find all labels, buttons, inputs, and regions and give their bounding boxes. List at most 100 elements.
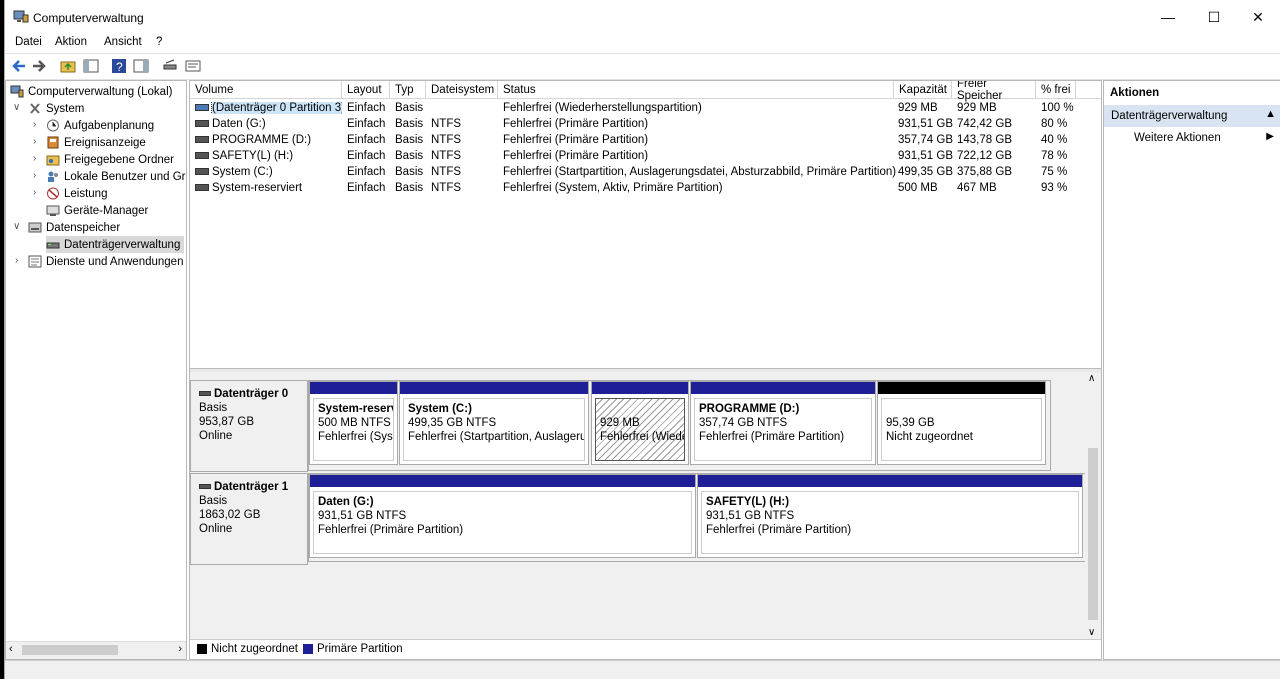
partition-body: PROGRAMME (D:) 357,74 GB NTFS Fehlerfrei…	[694, 398, 872, 461]
scrollbar-thumb[interactable]	[1088, 448, 1098, 620]
partition-status: Fehlerfrei (Wiede	[600, 431, 685, 443]
tree-item-leistung[interactable]: Leistung	[46, 185, 107, 202]
collapsed-arrow-icon[interactable]: ›	[33, 136, 36, 147]
freier-speicher-cell: 929 MB	[957, 102, 997, 114]
column-header-prozent-frei[interactable]: % frei	[1036, 81, 1076, 99]
typ-cell: Basis	[395, 166, 424, 178]
disk-1-info[interactable]: Datenträger 1 Basis 1863,02 GB Online	[190, 473, 308, 565]
collapse-triangle-icon[interactable]: ▲	[1265, 108, 1276, 120]
column-header-typ[interactable]: Typ	[390, 81, 426, 99]
tree-item-datenspeicher[interactable]: Datenspeicher	[28, 219, 120, 236]
partition-daten-g[interactable]: Daten (G:) 931,51 GB NTFS Fehlerfrei (Pr…	[309, 474, 696, 558]
connect-disk-icon[interactable]	[162, 58, 178, 74]
taskbar-edge	[0, 679, 1280, 687]
partition-unallocated[interactable]: 95,39 GB Nicht zugeordnet	[877, 381, 1046, 465]
show-hide-console-tree-icon[interactable]	[83, 58, 99, 74]
kapazitaet-cell: 500 MB	[898, 182, 938, 194]
disk-1-label: Datenträger 1	[214, 481, 289, 493]
tree-item-datentraegerverwaltung[interactable]: Datenträgerverwaltung	[46, 236, 185, 253]
menu-help[interactable]: ?	[156, 36, 162, 48]
action-weitere-aktionen[interactable]: Weitere Aktionen ▶	[1104, 130, 1280, 148]
tree-item-dienste[interactable]: Dienste und Anwendungen	[28, 253, 183, 270]
tree-item-system[interactable]: System	[28, 100, 84, 117]
scroll-up-icon[interactable]: ∧	[1088, 373, 1095, 384]
column-header-status[interactable]: Status	[498, 81, 894, 99]
freier-speicher-cell: 742,42 GB	[957, 118, 1012, 130]
partition-system-c[interactable]: System (C:) 499,35 GB NTFS Fehlerfrei (S…	[399, 381, 589, 465]
help-icon[interactable]: ?	[111, 58, 127, 74]
tree-horizontal-scrollbar[interactable]: ‹ ›	[6, 641, 186, 659]
disk-1-type: Basis	[199, 495, 228, 507]
freier-speicher-cell: 722,12 GB	[957, 150, 1012, 162]
menu-aktion[interactable]: Aktion	[55, 36, 87, 48]
column-header-volume[interactable]: Volume	[190, 81, 342, 99]
svg-text:?: ?	[116, 60, 123, 74]
collapsed-arrow-icon[interactable]: ›	[33, 119, 36, 130]
show-action-pane-icon[interactable]	[133, 58, 149, 74]
partition-safety-h[interactable]: SAFETY(L) (H:) 931,51 GB NTFS Fehlerfrei…	[697, 474, 1083, 558]
tree-item-freigegebene-ordner[interactable]: Freigegebene Ordner	[46, 151, 174, 168]
maximize-button[interactable]: ☐	[1191, 0, 1237, 34]
tree-root[interactable]: Computerverwaltung (Lokal)	[10, 83, 172, 100]
layout-cell: Einfach	[347, 134, 386, 146]
volume-row[interactable]: System-reserviert Einfach Basis NTFS Feh…	[190, 181, 1101, 197]
disk-management-panel: Volume Layout Typ Dateisystem Status Kap…	[189, 80, 1102, 660]
volume-icon	[195, 104, 209, 112]
actions-section-disk-management[interactable]: Datenträgerverwaltung ▲	[1104, 105, 1280, 127]
column-header-freier-speicher[interactable]: Freier Speicher	[952, 81, 1036, 102]
tree-item-aufgabenplanung[interactable]: Aufgabenplanung	[46, 117, 154, 134]
console-tree: Computerverwaltung (Lokal) ∨ System › Au…	[5, 80, 187, 660]
collapsed-arrow-icon[interactable]: ›	[33, 187, 36, 198]
close-button[interactable]: ✕	[1235, 0, 1280, 34]
minimize-button[interactable]: —	[1145, 0, 1191, 34]
column-header-kapazitaet[interactable]: Kapazität	[894, 81, 952, 99]
back-arrow-icon[interactable]	[11, 58, 27, 74]
column-header-layout[interactable]: Layout	[342, 81, 390, 99]
properties-icon[interactable]	[185, 58, 201, 74]
title-bar: Computerverwaltung — ☐ ✕	[5, 0, 1280, 34]
volume-row[interactable]: (Datenträger 0 Partition 3) Einfach Basi…	[190, 101, 1101, 117]
disk-0-info[interactable]: Datenträger 0 Basis 953,87 GB Online	[190, 380, 308, 472]
collapsed-arrow-icon[interactable]: ›	[15, 255, 18, 266]
tree-item-geraete-manager[interactable]: Geräte-Manager	[46, 202, 148, 219]
volume-row[interactable]: PROGRAMME (D:) Einfach Basis NTFS Fehler…	[190, 133, 1101, 149]
scroll-left-icon[interactable]: ‹	[9, 643, 13, 655]
prozent-frei-cell: 40 %	[1041, 134, 1068, 146]
legend: Nicht zugeordnet Primäre Partition	[190, 639, 1101, 659]
collapsed-arrow-icon[interactable]: ›	[33, 153, 36, 164]
column-header-dateisystem[interactable]: Dateisystem	[426, 81, 498, 99]
disk-1-state: Online	[199, 523, 233, 535]
scroll-right-icon[interactable]: ›	[178, 643, 182, 655]
dateisystem-cell: NTFS	[431, 150, 462, 162]
volume-icon	[195, 168, 209, 176]
menu-datei[interactable]: Datei	[15, 36, 42, 48]
partition-body: SAFETY(L) (H:) 931,51 GB NTFS Fehlerfrei…	[701, 491, 1079, 554]
graphical-view-scrollbar[interactable]: ∧ ∨	[1085, 372, 1101, 639]
partition-recovery[interactable]: 929 MB Fehlerfrei (Wiede	[591, 381, 689, 465]
forward-arrow-icon[interactable]	[31, 58, 47, 74]
dateisystem-cell: NTFS	[431, 166, 462, 178]
partition-title: System (C:)	[408, 403, 472, 415]
collapsed-arrow-icon[interactable]: ›	[33, 170, 36, 181]
dateisystem-cell: NTFS	[431, 182, 462, 194]
scrollbar-thumb[interactable]	[22, 645, 118, 655]
legend-primary-label: Primäre Partition	[317, 643, 403, 655]
shared-folder-icon	[46, 155, 60, 166]
partition-system-reserviert[interactable]: System-reserv 500 MB NTFS Fehlerfrei (Sy…	[309, 381, 398, 465]
up-folder-icon[interactable]	[60, 58, 76, 74]
expand-arrow-icon[interactable]: ∨	[13, 102, 20, 113]
tree-label-root: Computerverwaltung (Lokal)	[28, 85, 173, 98]
volume-row[interactable]: System (C:) Einfach Basis NTFS Fehlerfre…	[190, 165, 1101, 181]
expand-arrow-icon[interactable]: ∨	[13, 221, 20, 232]
menu-ansicht[interactable]: Ansicht	[104, 36, 142, 48]
partition-title: System-reserv	[318, 403, 394, 415]
volume-row[interactable]: SAFETY(L) (H:) Einfach Basis NTFS Fehler…	[190, 149, 1101, 165]
partition-programme-d[interactable]: PROGRAMME (D:) 357,74 GB NTFS Fehlerfrei…	[690, 381, 876, 465]
tree-item-ereignisanzeige[interactable]: Ereignisanzeige	[46, 134, 146, 151]
partition-status: Fehlerfrei (Primäre Partition)	[318, 524, 464, 536]
tree-item-lokale-benutzer[interactable]: Lokale Benutzer und Gr	[46, 168, 185, 185]
scroll-down-icon[interactable]: ∨	[1088, 627, 1095, 638]
partition-size: 931,51 GB NTFS	[706, 510, 795, 522]
volume-row[interactable]: Daten (G:) Einfach Basis NTFS Fehlerfrei…	[190, 117, 1101, 133]
volume-icon	[195, 152, 209, 160]
